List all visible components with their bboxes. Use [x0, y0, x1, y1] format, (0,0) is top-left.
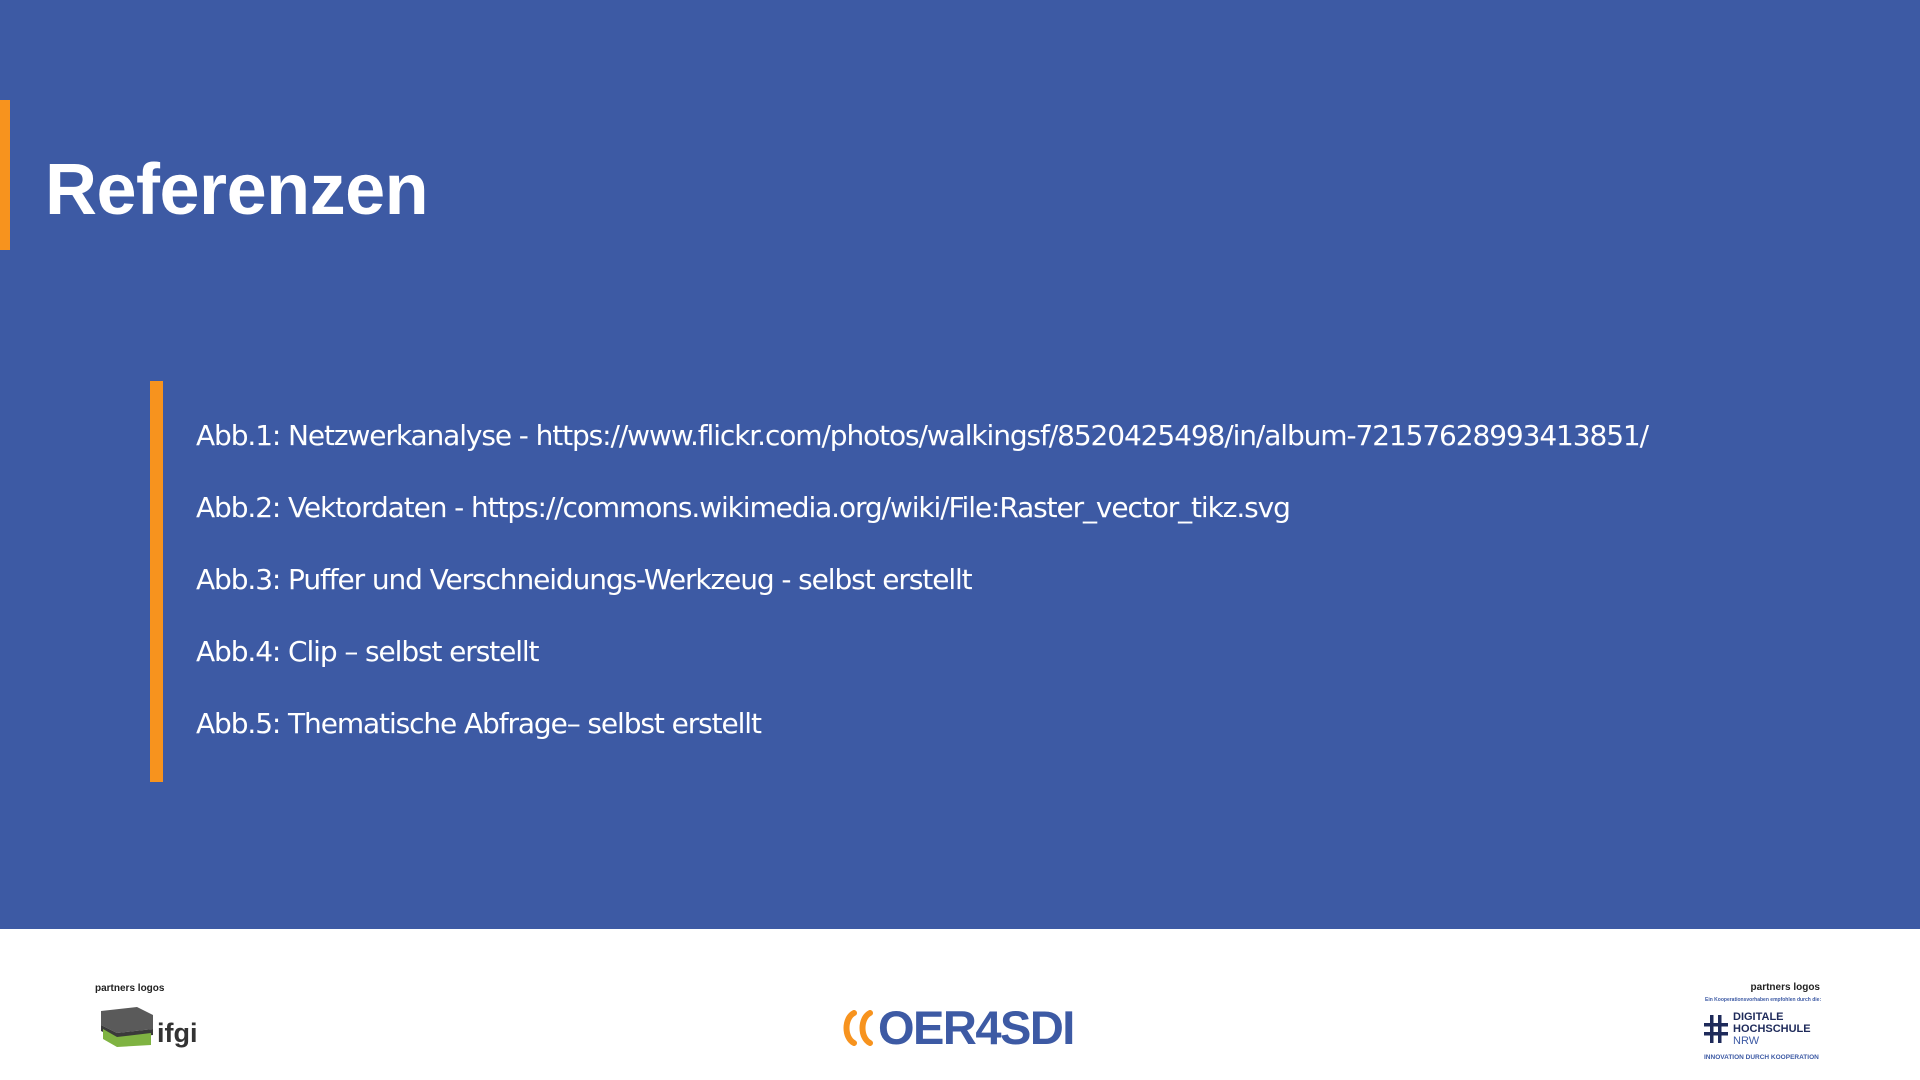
slide-title: Referenzen	[45, 150, 429, 230]
partners-logos-label: partners logos	[95, 983, 165, 994]
oer4sdi-logo: OER4SDI	[838, 1001, 1075, 1054]
ifgi-logo-text: ifgi	[157, 1018, 198, 1048]
reference-item: Abb.4: Clip – selbst erstellt	[196, 635, 540, 668]
reference-item: Abb.3: Puffer und Verschneidungs-Werkzeu…	[196, 563, 973, 596]
digitale-hochschule-text: DIGITALE HOCHSCHULE NRW	[1733, 1011, 1811, 1047]
reference-item: Abb.5: Thematische Abfrage– selbst erste…	[196, 707, 762, 740]
cooperation-tagline: INNOVATION DURCH KOOPERATION	[1704, 1054, 1819, 1061]
cooperation-subtitle: Ein Kooperationsvorhaben empfohlen durch…	[1705, 997, 1822, 1003]
digitale-hochschule-wordmark: DIGITALE HOCHSCHULE NRW	[1704, 1011, 1811, 1047]
slide-content-area: Referenzen Abb.1: Netzwerkanalyse - http…	[0, 0, 1920, 929]
hashtag-icon	[1704, 1015, 1728, 1043]
references-list: Abb.1: Netzwerkanalyse - https://www.fli…	[196, 408, 1649, 768]
wordmark-line-2: HOCHSCHULE	[1733, 1023, 1811, 1035]
ifgi-logo-icon	[101, 1007, 153, 1047]
slide: Referenzen Abb.1: Netzwerkanalyse - http…	[0, 0, 1920, 1080]
chevrons-icon	[843, 1010, 873, 1046]
digitale-hochschule-partner-logo: partners logos Ein Kooperationsvorhaben …	[1700, 980, 1830, 1066]
reference-item: Abb.1: Netzwerkanalyse - https://www.fli…	[196, 419, 1649, 452]
reference-item: Abb.2: Vektordaten - https://commons.wik…	[196, 491, 1291, 524]
references-accent-bar	[150, 381, 163, 782]
title-accent-bar	[0, 100, 10, 250]
wordmark-line-3: NRW	[1733, 1035, 1760, 1047]
wordmark-line-1: DIGITALE	[1733, 1011, 1784, 1023]
oer4sdi-logo-text: OER4SDI	[878, 1001, 1075, 1054]
ifgi-logo: ifgi	[101, 1007, 198, 1047]
partners-logos-label: partners logos	[1750, 982, 1820, 993]
ifgi-partner-logo: partners logos ifgi	[95, 983, 215, 1053]
